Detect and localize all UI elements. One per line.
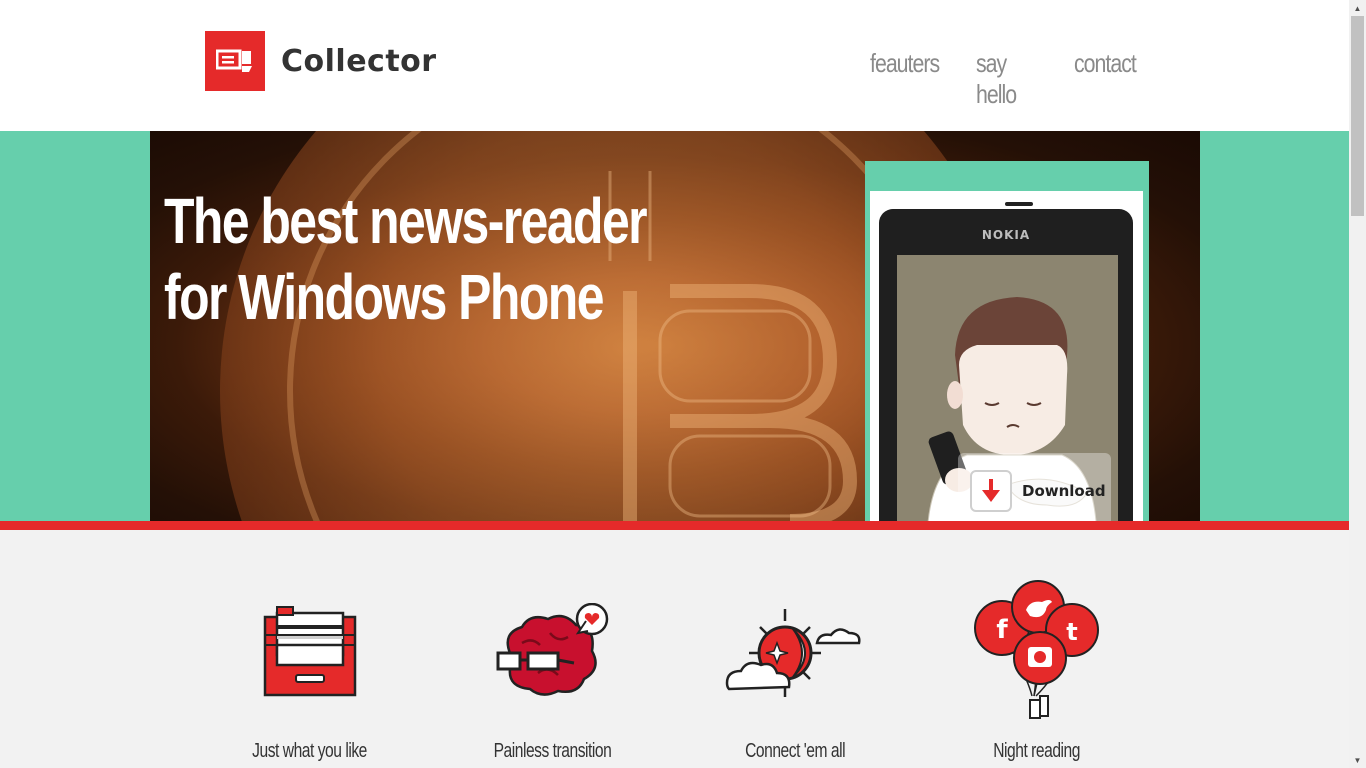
download-arrow-icon: [970, 470, 1012, 512]
scroll-thumb[interactable]: [1351, 16, 1364, 216]
feature-caption: Painless transition: [493, 740, 611, 762]
download-button[interactable]: Download: [958, 453, 1111, 521]
brand-name: Collector: [281, 43, 437, 79]
phone-speaker: [1005, 202, 1033, 206]
headline-line-2: for Windows Phone: [164, 261, 604, 333]
feature-caption: Night reading: [993, 740, 1081, 762]
logo-icon: [205, 31, 265, 91]
brand-home-link[interactable]: Collector: [205, 31, 437, 91]
scroll-up-arrow-icon[interactable]: ▲: [1349, 0, 1366, 16]
svg-text:f: f: [996, 615, 1008, 645]
feature-card: Just what you like: [210, 530, 410, 768]
file-cabinet-icon: [210, 578, 410, 728]
scroll-down-arrow-icon[interactable]: ▼: [1349, 752, 1366, 768]
phone-brand-label: NOKIA: [981, 228, 1031, 242]
phone-backdrop: NOKIA Download: [870, 191, 1143, 521]
feature-caption: Connect 'em all: [744, 740, 846, 762]
feature-caption: Just what you like: [252, 740, 368, 762]
site-header: Collector feauters say hello contact: [0, 0, 1349, 131]
feature-card: Connect 'em all: [695, 530, 895, 768]
brain-glasses-icon: [452, 578, 652, 728]
sun-moon-clouds-icon: [695, 578, 895, 728]
download-label: Download: [1022, 482, 1106, 500]
phone-panel: NOKIA Download: [865, 161, 1149, 521]
headline-line-1: The best news-reader: [164, 185, 648, 257]
phone-screen: Download: [897, 255, 1118, 521]
nav-link-say-hello[interactable]: say hello: [976, 48, 1033, 110]
feature-card: f t Night reading: [937, 530, 1137, 768]
social-balloons-icon: f t: [937, 578, 1137, 728]
features-section: Just what you like Painless transition C…: [0, 530, 1349, 768]
nav-link-contact[interactable]: contact: [1074, 48, 1137, 110]
phone-mockup: NOKIA Download: [879, 202, 1133, 521]
main-nav: feauters say hello contact: [870, 48, 1162, 110]
feature-card: Painless transition: [452, 530, 652, 768]
hero-divider: [0, 521, 1349, 530]
svg-text:t: t: [1066, 618, 1077, 646]
nav-link-features[interactable]: feauters: [870, 48, 940, 110]
hero-section: The best news-reader for Windows Phone N…: [150, 131, 1200, 521]
page: Collector feauters say hello contact The…: [0, 0, 1349, 768]
hero-headline: The best news-reader for Windows Phone: [164, 183, 648, 335]
page-scrollbar[interactable]: ▲ ▼: [1349, 0, 1366, 768]
